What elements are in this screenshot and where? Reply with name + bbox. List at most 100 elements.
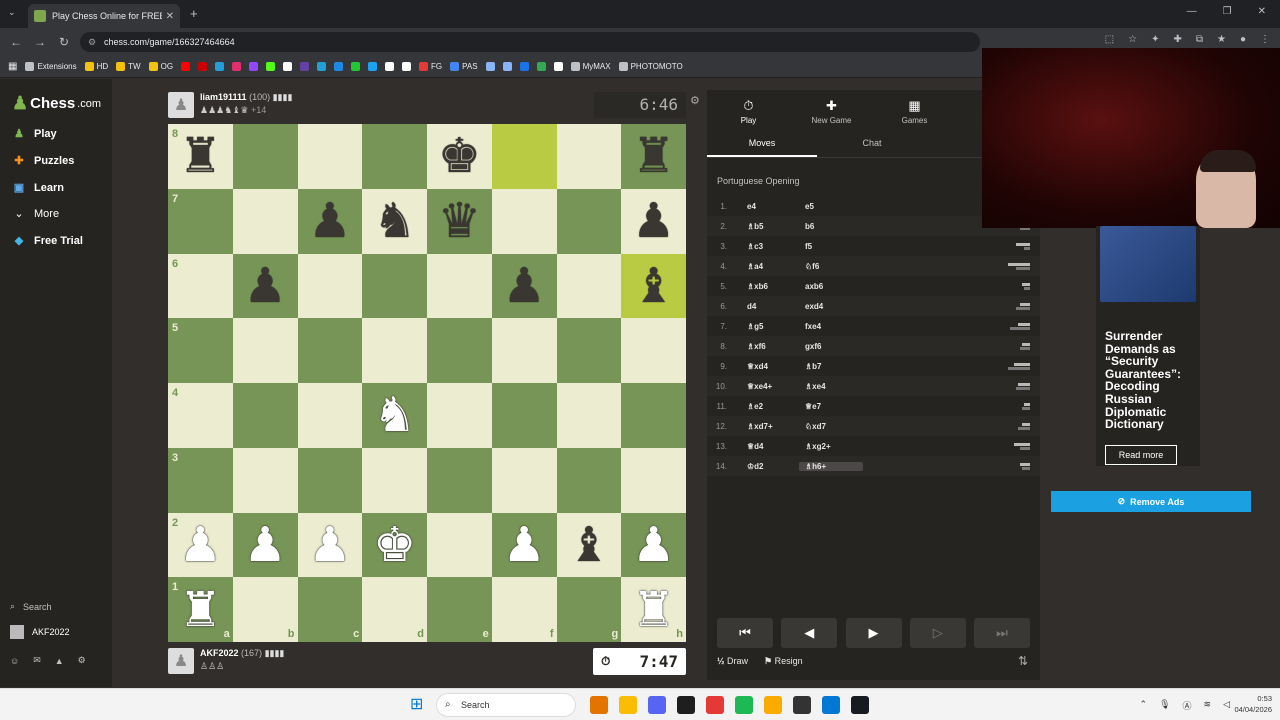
taskbar-app-icon[interactable] [590,696,608,714]
bookmark-item[interactable]: PHOTOMOTO [618,62,683,71]
board-square[interactable] [427,318,492,383]
white-move[interactable]: ♕d4 [735,442,799,451]
tab-moves[interactable]: Moves [707,138,817,157]
board-square[interactable]: 7 [168,188,233,254]
next-move-button[interactable]: ▷ [909,618,966,648]
menu-icon[interactable]: ⋮ [1260,34,1270,45]
ad-image[interactable] [1100,226,1196,302]
board-square[interactable]: ♟ [232,253,298,319]
friends-icon[interactable]: ☺ [10,656,19,666]
board-square[interactable]: ♟ [491,512,557,578]
white-move[interactable]: ♕xd4 [735,362,799,371]
bookmark-item[interactable]: Extensions [25,62,77,71]
white-pawn-icon[interactable]: ♟ [168,513,233,578]
taskbar-app-icon[interactable] [735,696,753,714]
black-move[interactable]: ♗h6+ [799,461,863,471]
black-pawn-icon[interactable]: ♟ [621,189,686,254]
taskbar-app-icon[interactable] [822,696,840,714]
board-square[interactable]: ♟ [621,188,686,254]
board-square[interactable]: ♚ [427,124,492,189]
black-king-icon[interactable]: ♚ [427,124,492,189]
board-settings-gear-icon[interactable]: ⚙ [690,94,700,107]
black-move[interactable]: f5 [799,242,863,251]
new-tab-icon[interactable]: + [190,6,198,21]
sidebar-item-more[interactable]: ⌄ More [12,207,59,221]
chess-logo[interactable]: ♟ Chess .com [12,93,101,114]
taskbar-app-icon[interactable] [764,696,782,714]
last-move-button[interactable]: ⏭ [974,618,1030,648]
black-move[interactable]: e5 [799,202,863,211]
board-square[interactable]: d [362,577,427,642]
board-square[interactable]: ♛ [427,188,492,254]
white-move[interactable]: ♗xb6 [735,282,799,291]
board-square[interactable] [297,318,363,383]
favorites-icon[interactable]: ★ [1217,34,1226,45]
white-move[interactable]: ♗g5 [735,322,799,331]
black-move[interactable]: ♘f6 [799,262,863,271]
taskbar-clock[interactable]: 0:53 04/04/2026 [1234,693,1272,715]
board-square[interactable] [491,447,557,513]
black-pawn-icon[interactable]: ♟ [233,254,298,319]
board-square[interactable] [297,383,363,448]
black-move[interactable]: ♗xe4 [799,382,863,391]
board-square[interactable]: 4 [168,383,233,448]
avatar[interactable]: ♟ [168,648,194,674]
board-square[interactable] [491,188,557,254]
black-move[interactable]: b6 [799,222,863,231]
sidebar-item-puzzles[interactable]: ✚ Puzzles [12,154,74,168]
board-square[interactable]: 1 a ♜ [168,577,233,642]
board-square[interactable] [556,383,622,448]
taskbar-app-icon[interactable] [706,696,724,714]
board-square[interactable] [232,383,298,448]
bookmark-item[interactable] [334,62,344,71]
black-move[interactable]: ♗b7 [799,362,863,371]
white-move[interactable]: d4 [735,302,799,311]
black-rook-icon[interactable]: ♜ [168,124,233,189]
wifi-icon[interactable]: ≋ [1204,699,1212,712]
board-square[interactable]: 5 [168,318,233,383]
ad-headline[interactable]: Surrender Demands as “Security Guarantee… [1105,330,1200,431]
bookmark-item[interactable]: MyMAX [570,62,611,71]
board-square[interactable]: ♝ [556,512,622,578]
bookmark-item[interactable]: OG [148,62,173,71]
board-square[interactable] [232,318,298,383]
board-square[interactable]: e [427,577,492,642]
opening-name[interactable]: Portuguese Opening [717,176,800,186]
board-square[interactable]: ♜ [621,124,686,189]
white-pawn-icon[interactable]: ♟ [298,513,363,578]
black-move[interactable]: fxe4 [799,322,863,331]
bookmark-item[interactable] [385,62,395,71]
board-square[interactable] [427,512,492,578]
browser-tab[interactable]: Play Chess Online for FREE - 2 Pl ✕ [28,4,180,28]
bookmark-item[interactable] [368,62,378,71]
bottom-player-name[interactable]: AKF2022 [200,648,239,658]
bookmark-item[interactable] [266,62,276,71]
white-knight-icon[interactable]: ♞ [362,383,427,448]
sidebar-user[interactable]: AKF2022 [10,625,70,639]
white-move[interactable]: ♗a4 [735,262,799,271]
notifications-icon[interactable]: ▲ [55,656,64,666]
bookmark-item[interactable] [536,62,546,71]
board-square[interactable] [556,318,622,383]
board-square[interactable] [556,188,622,254]
board-square[interactable]: b [232,577,298,642]
board-square[interactable]: ♟ [232,512,298,578]
board-square[interactable] [556,253,622,319]
chess-board[interactable]: 8 ♜ ♚ ♜ 7 ♟ ♞ ♛ ♟ 6 ♟ ♟ ♝ 5 4 ♞ 3 2 ♟ ♟ ♟ ♚ ♟ ♝ ♟ 1 a ♜ b c d e f g h ♜ [168,124,686,642]
read-more-button[interactable]: Read more [1105,445,1177,465]
board-square[interactable] [621,318,686,383]
board-square[interactable]: ♟ [621,512,686,578]
board-square[interactable]: ♝ [621,253,686,319]
language-icon[interactable]: Ⓐ [1183,699,1192,712]
board-square[interactable] [362,124,427,189]
reload-icon[interactable]: ↻ [52,35,76,49]
bookmark-item[interactable] [300,62,310,71]
white-move[interactable]: ♗c3 [735,242,799,251]
white-move[interactable]: ♗xf6 [735,342,799,351]
board-square[interactable] [491,318,557,383]
install-icon[interactable]: ⬚ [1105,34,1114,45]
taskbar-app-icon[interactable] [851,696,869,714]
board-square[interactable] [362,318,427,383]
bookmark-item[interactable] [485,62,495,71]
tab-play[interactable]: ⏱ Play [707,90,790,132]
